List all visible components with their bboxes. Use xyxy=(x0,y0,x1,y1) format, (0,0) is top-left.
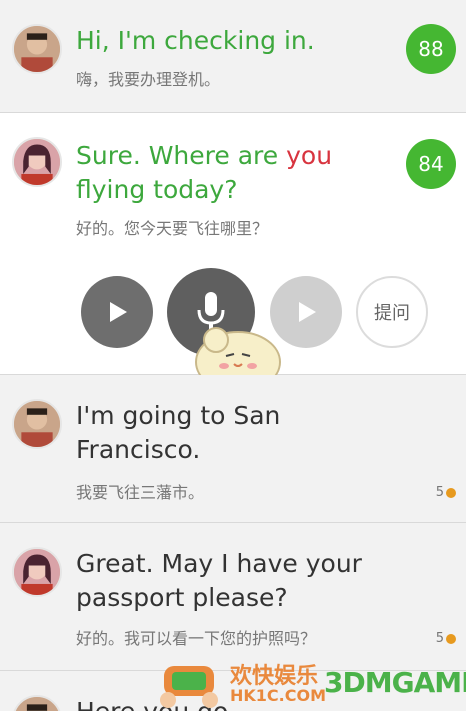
english-sentence-part: Sure. Where are xyxy=(76,141,287,170)
ask-button[interactable]: 提问 xyxy=(356,276,428,348)
chinese-translation: 嗨，我要办理登机。 xyxy=(76,70,221,89)
message-row[interactable]: I'm going to San Francisco. 我要飞往三藩市。 5 xyxy=(0,375,466,523)
score-badge: 88 xyxy=(406,24,456,74)
watermark-url: HK1C.COM xyxy=(230,686,327,705)
coin-count: 5 xyxy=(435,485,444,500)
chinese-translation: 我要飞往三藩市。 xyxy=(76,483,205,502)
english-sentence[interactable]: Sure. Where are you xyxy=(76,139,332,173)
message-row[interactable]: Hi, I'm checking in. 嗨，我要办理登机。 88 xyxy=(0,0,466,113)
english-sentence-line2: flying today? xyxy=(76,175,238,204)
watermark: 欢快娱乐 HK1C.COM 3DMGAME xyxy=(150,652,466,711)
english-sentence-line2: Francisco. xyxy=(76,435,201,464)
english-sentence[interactable]: I'm going to San xyxy=(76,399,280,433)
coin-reward: 5 xyxy=(436,485,456,500)
highlighted-word: you xyxy=(286,141,333,170)
score-badge: 84 xyxy=(406,139,456,189)
avatar-female xyxy=(12,137,62,187)
coin-count: 5 xyxy=(435,631,444,646)
chinese-translation: 好的。我可以看一下您的护照吗？ xyxy=(76,629,317,648)
message-row[interactable]: Great. May I have your passport please? … xyxy=(0,523,466,671)
play-icon xyxy=(299,302,316,322)
coin-icon xyxy=(446,487,456,498)
play-icon xyxy=(110,302,127,322)
avatar-male xyxy=(12,399,62,449)
avatar-male xyxy=(12,24,62,74)
coin-reward: 5 xyxy=(436,631,456,646)
coin-icon xyxy=(446,633,456,644)
avatar-male xyxy=(12,695,62,711)
watermark-brand: 3DMGAME xyxy=(324,666,466,699)
play-original-button[interactable] xyxy=(81,276,153,348)
gamer-mascot-icon xyxy=(160,666,218,708)
english-sentence-line2: passport please? xyxy=(76,583,288,612)
english-sentence[interactable]: Hi, I'm checking in. xyxy=(76,24,315,58)
avatar-female xyxy=(12,547,62,597)
english-sentence[interactable]: Great. May I have your xyxy=(76,547,362,581)
chinese-translation: 好的。您今天要飞往哪里？ xyxy=(76,219,269,238)
